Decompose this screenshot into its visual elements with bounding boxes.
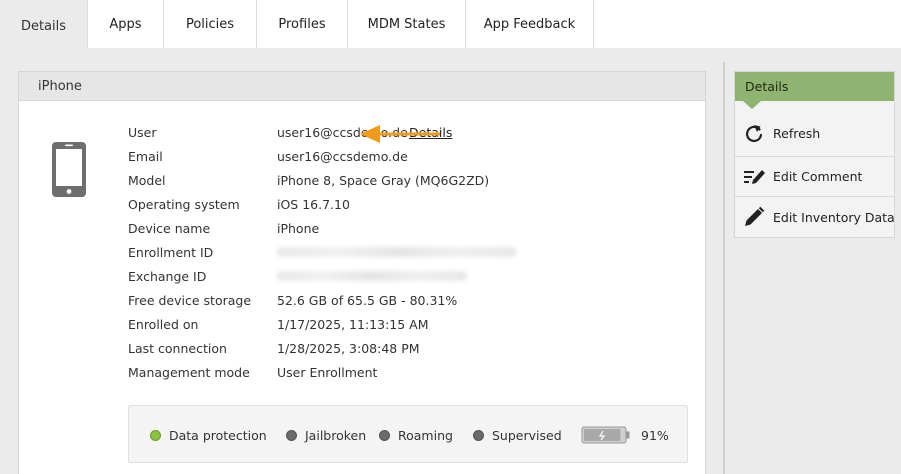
tab-app-feedback[interactable]: App Feedback <box>466 0 594 48</box>
row-value: iPhone <box>277 220 320 236</box>
row-value: 1/28/2025, 3:08:48 PM <box>277 340 420 356</box>
vertical-divider <box>723 62 725 474</box>
row-value: user16@ccsdemo.de <box>277 148 408 164</box>
tab-bar: Details Apps Policies Profiles MDM State… <box>0 0 901 48</box>
row-value: 52.6 GB of 65.5 GB - 80.31% <box>277 292 458 308</box>
arrow-left-icon <box>360 125 440 143</box>
tab-mdm-states[interactable]: MDM States <box>348 0 466 48</box>
row-label: Enrolled on <box>128 316 199 332</box>
status-supervised: Supervised <box>473 426 562 444</box>
redacted-value <box>277 269 467 284</box>
battery-label: 91% <box>641 427 669 443</box>
row-label: Operating system <box>128 196 240 212</box>
status-label: Data protection <box>169 427 267 443</box>
row-value: iPhone 8, Space Gray (MQ6G2ZD) <box>277 172 490 188</box>
sidebar-title: Details <box>735 72 894 101</box>
redacted-value <box>277 245 517 260</box>
status-label: Supervised <box>492 427 562 443</box>
status-roaming: Roaming <box>379 426 453 444</box>
row-value: 1/17/2025, 11:13:15 AM <box>277 316 429 332</box>
tab-apps[interactable]: Apps <box>88 0 164 48</box>
action-label: Edit Comment <box>773 169 863 184</box>
tab-policies[interactable]: Policies <box>164 0 257 48</box>
row-label: Device name <box>128 220 211 236</box>
refresh-icon <box>745 124 763 142</box>
row-label: Enrollment ID <box>128 244 214 260</box>
tab-bar-spacer <box>0 48 901 64</box>
status-data-protection: Data protection <box>150 426 267 444</box>
row-value: iOS 16.7.10 <box>277 196 350 212</box>
row-label: Model <box>128 172 166 188</box>
device-details-panel: iPhone User user16@ccsdemo.de Details Em… <box>18 71 706 474</box>
action-label: Edit Inventory Data <box>773 209 895 225</box>
row-label: Management mode <box>128 364 250 380</box>
row-label: Free device storage <box>128 292 252 308</box>
refresh-button[interactable]: Refresh <box>735 111 894 157</box>
smartphone-icon <box>52 142 86 197</box>
status-dot-icon <box>473 429 484 441</box>
battery-level: 91% <box>641 426 669 444</box>
status-jailbroken: Jailbroken <box>286 426 366 444</box>
panel-title: iPhone <box>19 72 705 101</box>
row-label: Email <box>128 148 163 164</box>
status-dot-icon <box>150 429 161 441</box>
actions-sidebar: Details Refresh Edit Comment Edit Invent… <box>734 71 895 238</box>
status-label: Jailbroken <box>305 427 367 443</box>
status-dot-icon <box>286 429 297 441</box>
row-label: Exchange ID <box>128 268 207 284</box>
row-value: User Enrollment <box>277 364 378 380</box>
tab-profiles[interactable]: Profiles <box>257 0 348 48</box>
battery-icon <box>581 426 630 444</box>
sidebar-notch <box>743 101 761 109</box>
pencil-icon <box>745 206 765 226</box>
status-label: Roaming <box>398 427 453 443</box>
panel-title-text: iPhone <box>38 78 82 94</box>
device-status-bar: Data protection Jailbroken Roaming Super… <box>128 405 688 463</box>
edit-comment-icon <box>744 169 765 184</box>
tab-details[interactable]: Details <box>0 0 88 48</box>
status-dot-icon <box>379 429 390 441</box>
action-label: Refresh <box>773 126 821 141</box>
row-label: Last connection <box>128 340 227 356</box>
row-label: User <box>128 124 157 140</box>
edit-comment-button[interactable]: Edit Comment <box>735 157 894 197</box>
edit-inventory-data-button[interactable]: Edit Inventory Data <box>735 197 895 237</box>
